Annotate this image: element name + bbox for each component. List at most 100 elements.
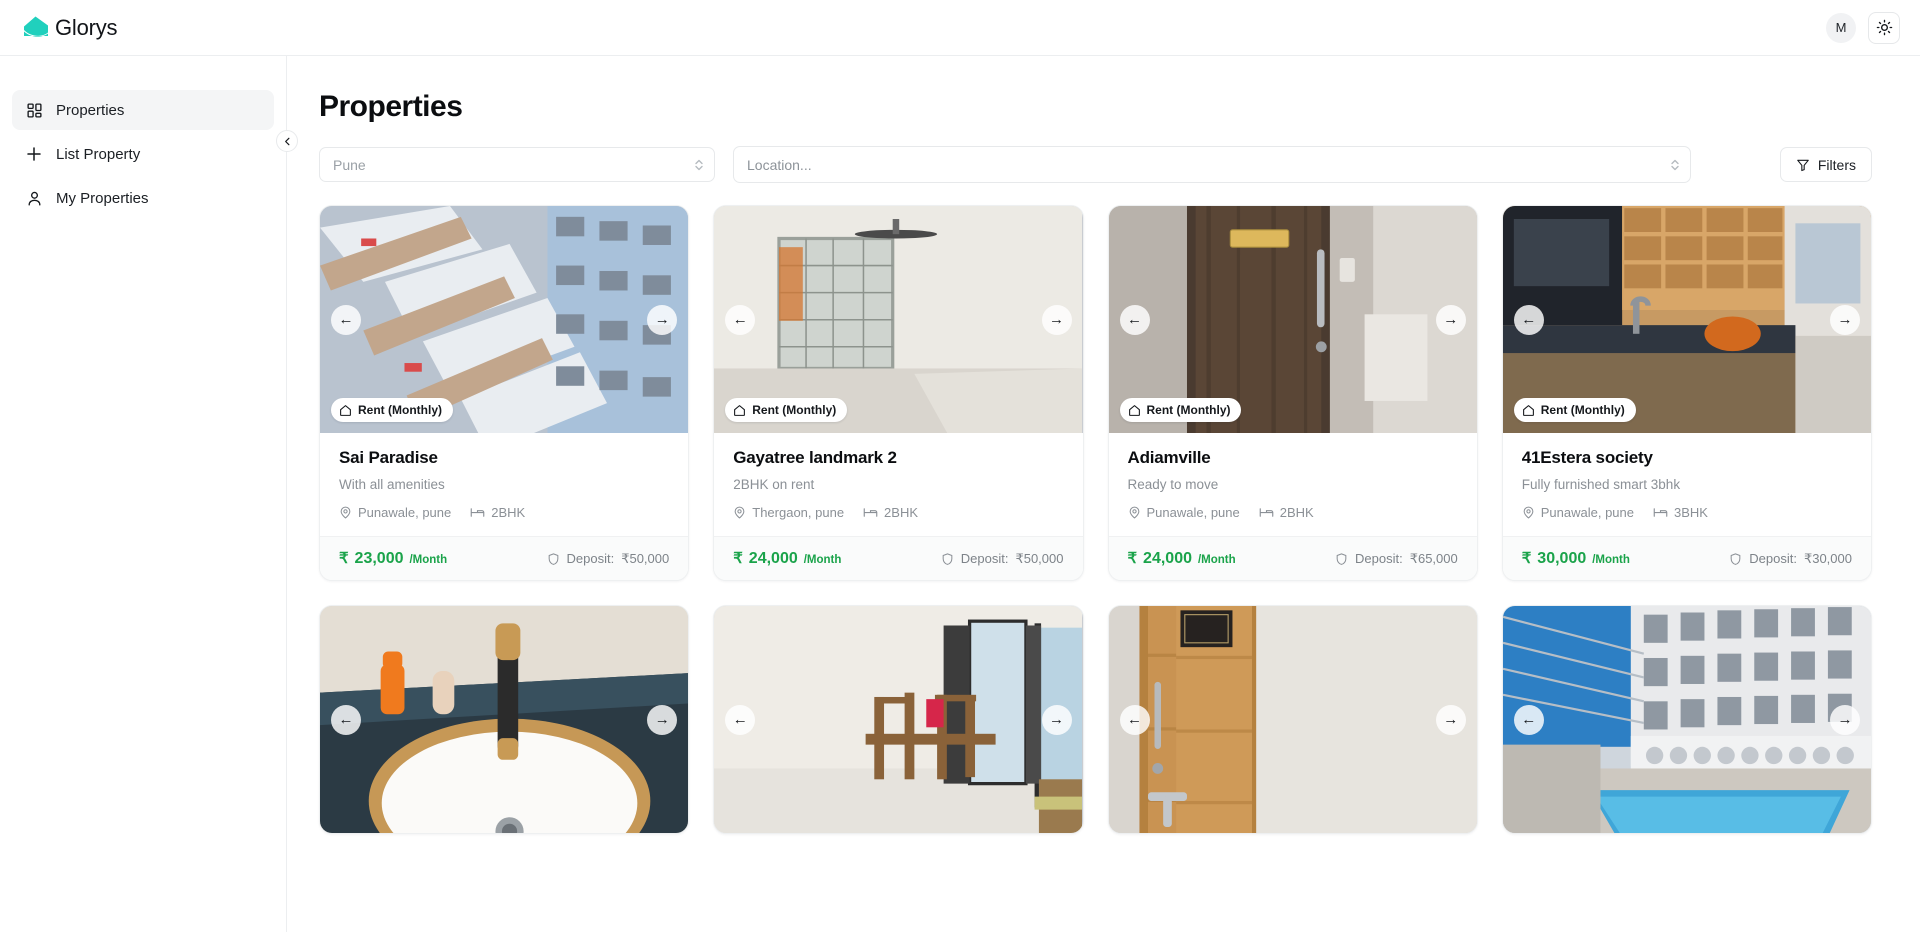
property-title: Adiamville: [1127, 448, 1211, 467]
map-pin-icon: [1522, 506, 1535, 519]
status-badge-label: Rent (Monthly): [752, 403, 837, 417]
property-card[interactable]: ← → Rent (Monthly) Sai Paradise With all…: [319, 205, 690, 581]
rupee-symbol: ₹: [1521, 550, 1532, 567]
status-badge-label: Rent (Monthly): [1146, 403, 1231, 417]
card-media: ← → Rent (Monthly): [320, 206, 689, 433]
status-badge: Rent (Monthly): [331, 398, 453, 422]
status-badge: Rent (Monthly): [1119, 398, 1242, 422]
card-footer: ₹ 24,000 /Month Deposit: ₹65,000: [1108, 536, 1477, 580]
rupee-symbol: ₹: [339, 550, 349, 567]
property-price: ₹ 24,000 /Month: [1128, 549, 1236, 568]
carousel-next-button[interactable]: →: [1435, 304, 1466, 335]
property-deposit: Deposit: ₹30,000: [1729, 551, 1852, 567]
sidebar-nav: Properties List Property My Properties: [0, 90, 286, 218]
rupee-symbol: ₹: [733, 550, 743, 567]
card-footer: ₹ 30,000 /Month Deposit: ₹30,000: [1502, 536, 1871, 580]
carousel-next-button[interactable]: →: [647, 704, 678, 735]
avatar[interactable]: M: [1826, 12, 1856, 43]
status-badge: Rent (Monthly): [1513, 398, 1636, 422]
property-location-label: Punawale, pune: [1146, 505, 1240, 520]
map-pin-icon: [733, 506, 746, 519]
brand[interactable]: Glorys: [20, 13, 118, 43]
sidebar-collapse-button[interactable]: [276, 130, 298, 152]
property-card[interactable]: ← →: [1107, 605, 1478, 834]
carousel-next-button[interactable]: →: [1830, 304, 1860, 335]
sidebar-item-label: Properties: [56, 101, 125, 119]
bed-icon: [470, 506, 485, 519]
property-price-amount: 30,000: [1537, 550, 1587, 567]
card-media: ← →: [320, 606, 689, 833]
carousel-prev-button[interactable]: ←: [1119, 304, 1150, 335]
user-icon: [25, 189, 43, 207]
sidebar-item-properties[interactable]: Properties: [12, 90, 274, 130]
property-bhk: 3BHK: [1653, 505, 1708, 520]
property-card[interactable]: ← →: [319, 605, 690, 834]
arrow-right-icon: →: [654, 711, 670, 728]
arrow-right-icon: →: [1049, 711, 1064, 728]
card-body: Adiamville Ready to move Punawale, pune: [1109, 433, 1477, 536]
property-subtitle: Ready to move: [1127, 477, 1219, 492]
carousel-prev-button[interactable]: ←: [331, 704, 361, 735]
carousel-next-button[interactable]: →: [1041, 304, 1072, 335]
property-price-amount: 24,000: [748, 550, 798, 567]
dining-room-table-chairs: [714, 606, 1083, 833]
property-deposit-prefix: Deposit:: [566, 551, 615, 566]
filters-button[interactable]: Filters: [1779, 147, 1872, 182]
property-bhk: 2BHK: [470, 505, 525, 520]
property-bhk: 2BHK: [1259, 505, 1314, 520]
card-footer: ₹ 24,000 /Month Deposit: ₹50,000: [714, 536, 1083, 580]
apartment-pool-exterior: [1502, 606, 1871, 833]
card-media: ← →: [1502, 606, 1871, 833]
carousel-next-button[interactable]: →: [1041, 704, 1072, 735]
wooden-door-nameplate: [1108, 606, 1477, 833]
location-select[interactable]: Location...: [733, 146, 1691, 183]
property-title: Sai Paradise: [339, 448, 438, 467]
property-card[interactable]: ← → Rent (Monthly) 41Estera society Full…: [1501, 205, 1872, 581]
carousel-next-button[interactable]: →: [647, 304, 678, 335]
status-badge-label: Rent (Monthly): [1540, 403, 1625, 417]
arrow-right-icon: →: [1837, 311, 1853, 328]
property-price: ₹ 23,000 /Month: [339, 549, 447, 568]
carousel-next-button[interactable]: →: [1435, 704, 1466, 735]
filter-bar: Pune Location... Filters: [319, 146, 1872, 183]
carousel-prev-button[interactable]: ←: [1119, 704, 1150, 735]
plus-icon: [25, 145, 43, 163]
property-card[interactable]: ← →: [713, 605, 1084, 834]
property-price-period: /Month: [409, 554, 448, 566]
property-price-period: /Month: [803, 554, 842, 566]
sidebar-item-label: List Property: [56, 145, 141, 163]
carousel-prev-button[interactable]: ←: [725, 704, 756, 735]
property-location: Thergaon, pune: [733, 505, 844, 520]
status-badge: Rent (Monthly): [725, 398, 848, 422]
arrow-left-icon: ←: [1521, 711, 1537, 728]
property-deposit: Deposit: ₹65,000: [1335, 551, 1458, 567]
carousel-prev-button[interactable]: ←: [1513, 304, 1544, 335]
arrow-left-icon: ←: [1127, 711, 1142, 728]
sidebar-item-list-property[interactable]: List Property: [12, 134, 274, 174]
map-pin-icon: [1128, 506, 1141, 519]
card-media: ← →: [714, 606, 1083, 833]
arrow-left-icon: ←: [732, 711, 748, 728]
property-deposit-amount: ₹50,000: [621, 550, 670, 566]
bed-icon: [1259, 506, 1274, 519]
rupee-symbol: ₹: [1127, 550, 1138, 567]
carousel-prev-button[interactable]: ←: [725, 304, 756, 335]
sidebar-item-my-properties[interactable]: My Properties: [12, 178, 274, 218]
property-bhk-label: 2BHK: [1279, 505, 1314, 520]
shield-icon: [941, 552, 954, 566]
city-select[interactable]: Pune: [319, 147, 715, 182]
carousel-prev-button[interactable]: ←: [1513, 704, 1544, 735]
property-card[interactable]: ← →: [1501, 605, 1872, 834]
card-body: Gayatree landmark 2 2BHK on rent Thergao…: [714, 433, 1082, 536]
sidebar: Properties List Property My Properties: [0, 56, 287, 932]
carousel-prev-button[interactable]: ←: [331, 304, 361, 335]
carousel-next-button[interactable]: →: [1830, 704, 1860, 735]
theme-toggle-button[interactable]: [1868, 11, 1900, 44]
arrow-left-icon: ←: [732, 311, 748, 328]
property-meta: Thergaon, pune 2BHK: [733, 505, 1063, 520]
property-card[interactable]: ← → Rent (Monthly) Gayatree landmark 2 2…: [713, 205, 1084, 581]
arrow-right-icon: →: [1443, 711, 1459, 728]
bed-icon: [1653, 506, 1668, 519]
property-card[interactable]: ← → Rent (Monthly) Adiamville Ready to m…: [1107, 205, 1478, 581]
arrow-left-icon: ←: [1127, 311, 1142, 328]
